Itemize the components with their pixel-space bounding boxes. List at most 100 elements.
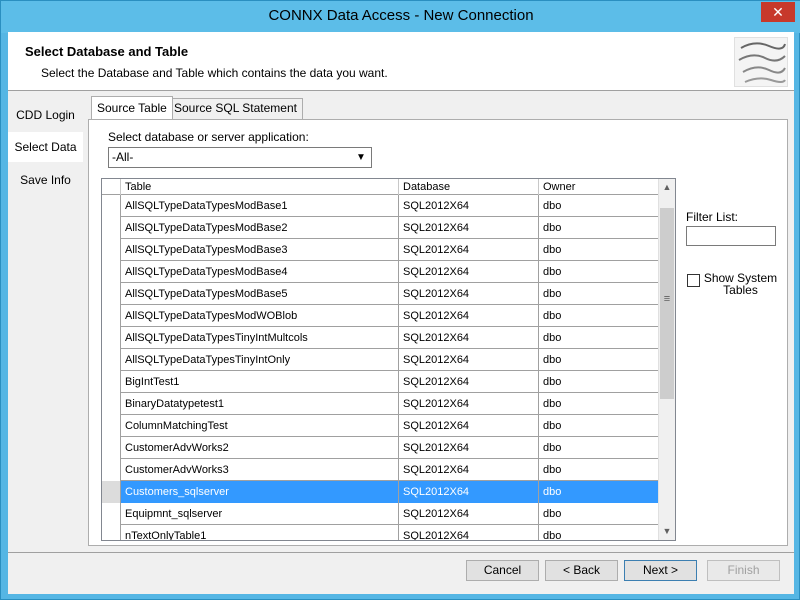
table-name-cell: AllSQLTypeDataTypesModBase3 (121, 239, 399, 261)
row-header (102, 371, 121, 393)
step-select-data[interactable]: Select Data (8, 132, 83, 162)
table-row[interactable]: CustomerAdvWorks2 SQL2012X64 dbo (102, 437, 660, 459)
database-cell: SQL2012X64 (399, 349, 539, 371)
owner-cell: dbo (543, 442, 562, 454)
row-header (102, 415, 121, 437)
table-row[interactable]: BinaryDatatypetest1 SQL2012X64 dbo (102, 393, 660, 415)
table-name-cell: AllSQLTypeDataTypesModBase5 (121, 283, 399, 305)
step-label: Save Info (20, 173, 71, 187)
row-header (102, 393, 121, 415)
tab-source-table[interactable]: Source Table (91, 96, 173, 119)
owner-cell: dbo (543, 244, 562, 256)
tab-source-sql-statement[interactable]: Source SQL Statement (168, 98, 303, 119)
table-name-cell: Customers_sqlserver (121, 481, 399, 503)
row-header (102, 195, 121, 217)
paper-swirl-icon (738, 42, 786, 83)
table-name-cell: BinaryDatatypetest1 (121, 393, 399, 415)
table-row[interactable]: Customers_sqlserver SQL2012X64 dbo (102, 481, 660, 503)
window-title: CONNX Data Access - New Connection (268, 7, 534, 24)
table-name-cell: CustomerAdvWorks2 (121, 437, 399, 459)
filter-list-input[interactable] (686, 226, 776, 246)
scrollbar-thumb[interactable]: ≡ (660, 208, 674, 399)
table-row[interactable]: CustomerAdvWorks3 SQL2012X64 dbo (102, 459, 660, 481)
chevron-down-icon: ▼ (356, 152, 366, 163)
owner-cell: dbo (543, 398, 562, 410)
table-name-cell: AllSQLTypeDataTypesTinyIntMultcols (121, 327, 399, 349)
row-header (102, 459, 121, 481)
owner-cell: dbo (543, 288, 562, 300)
owner-cell: dbo (543, 266, 562, 278)
database-select-value: -All- (112, 150, 134, 164)
table-row[interactable]: AllSQLTypeDataTypesModBase5 SQL2012X64 dbo (102, 283, 660, 305)
footer-divider (8, 552, 794, 553)
step-label: CDD Login (16, 108, 75, 122)
title-bar[interactable]: CONNX Data Access - New Connection ✕ (1, 1, 800, 33)
table-row[interactable]: Equipmnt_sqlserver SQL2012X64 dbo (102, 503, 660, 525)
owner-cell: dbo (543, 530, 562, 541)
owner-cell: dbo (543, 420, 562, 432)
show-system-tables-checkbox[interactable] (687, 274, 700, 287)
table-row[interactable]: AllSQLTypeDataTypesModWOBlob SQL2012X64 db… (102, 305, 660, 327)
row-header (102, 437, 121, 459)
table-name-cell: AllSQLTypeDataTypesModBase2 (121, 217, 399, 239)
database-cell: SQL2012X64 (399, 415, 539, 437)
column-header-database[interactable]: Database (399, 179, 539, 195)
row-header (102, 217, 121, 239)
database-select[interactable]: -All- ▼ (108, 147, 372, 168)
grid-vertical-scrollbar[interactable]: ▲ ≡ ▼ (658, 179, 675, 540)
database-cell: SQL2012X64 (399, 459, 539, 481)
table-name-cell: Equipmnt_sqlserver (121, 503, 399, 525)
grip-icon: ≡ (663, 293, 671, 305)
database-cell: SQL2012X64 (399, 327, 539, 349)
back-button[interactable]: < Back (545, 560, 618, 581)
table-row[interactable]: nTextOnlyTable1 SQL2012X64 dbo (102, 525, 660, 541)
owner-cell: dbo (543, 200, 562, 212)
close-button[interactable]: ✕ (761, 2, 795, 22)
table-name-cell: ColumnMatchingTest (121, 415, 399, 437)
table-row[interactable]: BigIntTest1 SQL2012X64 dbo (102, 371, 660, 393)
row-header (102, 481, 121, 503)
column-header-table[interactable]: Table (121, 179, 399, 195)
database-cell: SQL2012X64 (399, 239, 539, 261)
filter-list-label: Filter List: (686, 210, 739, 224)
table-name-cell: nTextOnlyTable1 (121, 525, 399, 540)
row-header (102, 239, 121, 261)
page-subtitle: Select the Database and Table which cont… (41, 66, 388, 80)
table-row[interactable]: AllSQLTypeDataTypesModBase1 SQL2012X64 dbo (102, 195, 660, 217)
table-row[interactable]: AllSQLTypeDataTypesModBase3 SQL2012X64 dbo (102, 239, 660, 261)
scroll-up-icon[interactable]: ▲ (659, 179, 675, 196)
database-cell: SQL2012X64 (399, 217, 539, 239)
database-select-label: Select database or server application: (108, 130, 309, 144)
tables-grid[interactable]: Table Database Owner AllSQLTypeDataTypes… (101, 178, 676, 541)
step-cdd-login[interactable]: CDD Login (8, 100, 83, 130)
cancel-button[interactable]: Cancel (466, 560, 539, 581)
table-row[interactable]: AllSQLTypeDataTypesTinyIntMultcols SQL201… (102, 327, 660, 349)
table-row[interactable]: AllSQLTypeDataTypesModBase4 SQL2012X64 dbo (102, 261, 660, 283)
finish-button[interactable]: Finish (707, 560, 780, 581)
table-row[interactable]: ColumnMatchingTest SQL2012X64 dbo (102, 415, 660, 437)
row-header (102, 283, 121, 305)
column-header-owner[interactable]: Owner (539, 179, 660, 195)
step-label: Select Data (14, 140, 77, 154)
database-cell: SQL2012X64 (399, 503, 539, 525)
database-cell: SQL2012X64 (399, 305, 539, 327)
table-row[interactable]: AllSQLTypeDataTypesTinyIntOnly SQL2012X64… (102, 349, 660, 371)
row-header (102, 525, 121, 540)
grid-header: Table Database Owner (102, 179, 660, 195)
database-cell: SQL2012X64 (399, 393, 539, 415)
database-cell: SQL2012X64 (399, 283, 539, 305)
tab-control: Source Table Source SQL Statement Select… (88, 96, 788, 548)
owner-cell: dbo (543, 332, 562, 344)
table-row[interactable]: AllSQLTypeDataTypesModBase2 SQL2012X64 dbo (102, 217, 660, 239)
wizard-graphic (734, 37, 788, 87)
database-cell: SQL2012X64 (399, 261, 539, 283)
row-header (102, 327, 121, 349)
row-header-corner (102, 179, 121, 195)
next-button[interactable]: Next > (624, 560, 697, 581)
show-system-tables-label[interactable]: Show System Tables (703, 272, 778, 296)
dialog-client-area: Select Database and Table Select the Dat… (8, 32, 794, 594)
scroll-down-icon[interactable]: ▼ (659, 523, 675, 540)
database-cell: SQL2012X64 (399, 371, 539, 393)
step-save-info[interactable]: Save Info (8, 165, 83, 195)
wizard-header: Select Database and Table Select the Dat… (8, 32, 794, 91)
